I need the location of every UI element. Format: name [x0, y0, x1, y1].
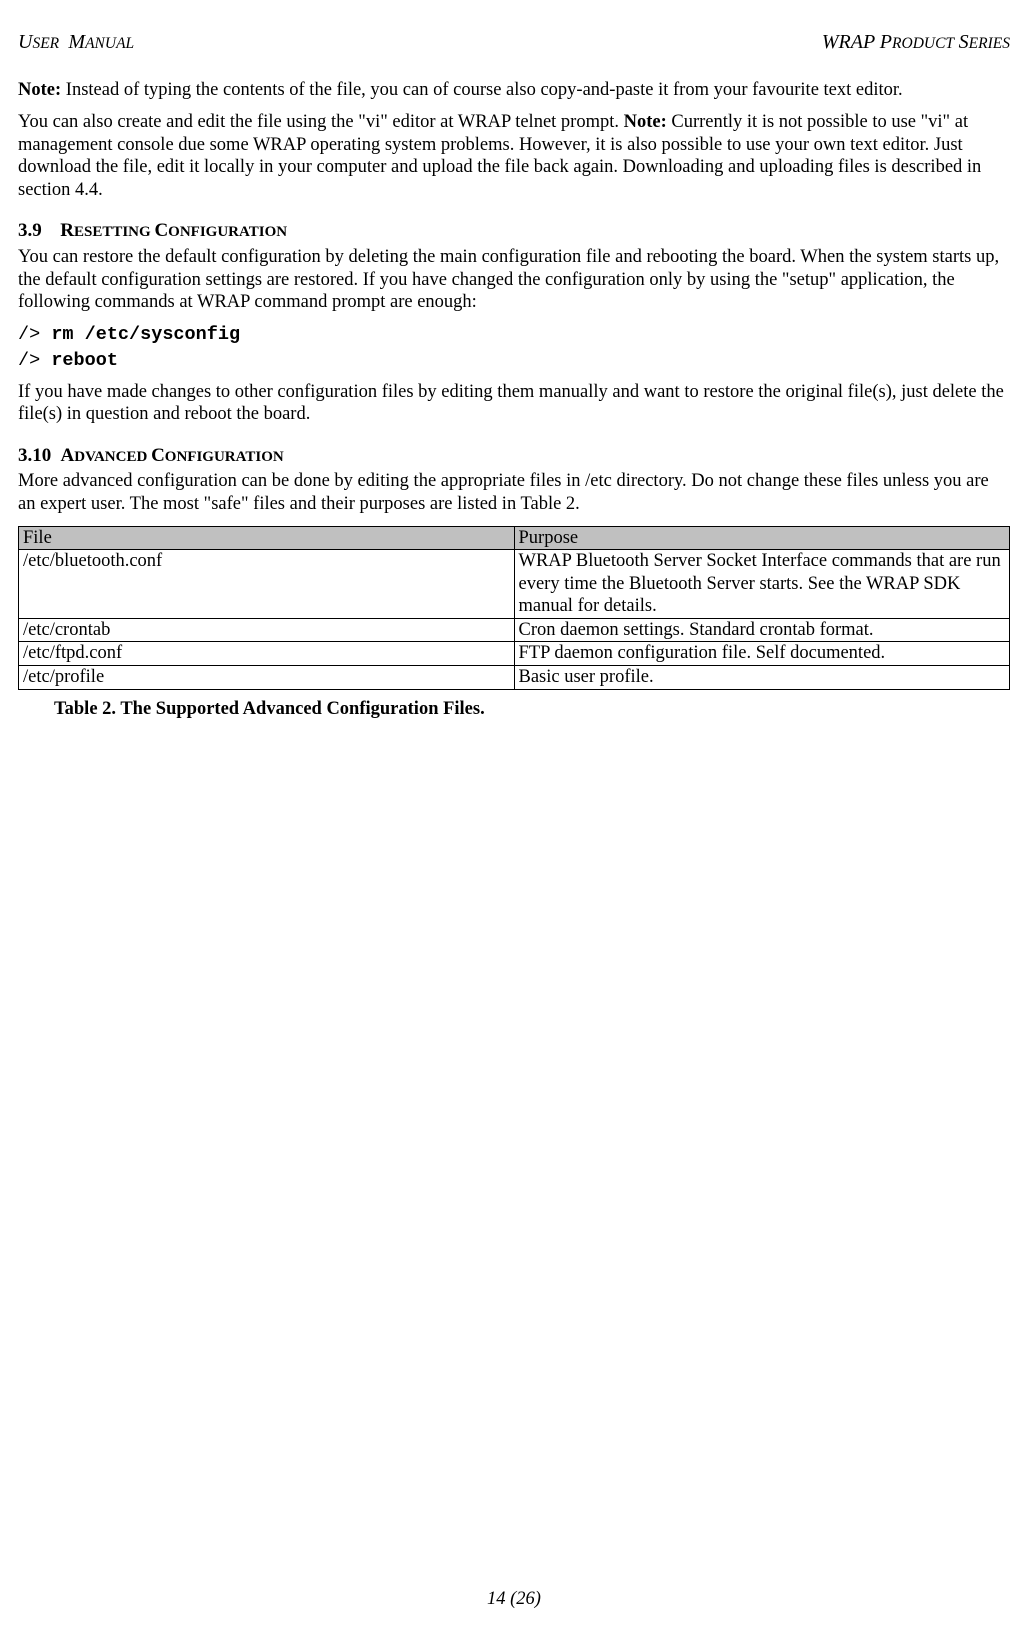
purpose-cell: WRAP Bluetooth Server Socket Interface c…	[514, 550, 1010, 619]
config-files-table: File Purpose /etc/bluetooth.conf WRAP Bl…	[18, 526, 1010, 690]
command-text: rm /etc/sysconfig	[51, 324, 240, 345]
note-text: Instead of typing the contents of the fi…	[61, 80, 903, 100]
table-header-file: File	[19, 526, 515, 550]
table-caption: Table 2. The Supported Advanced Configur…	[54, 698, 1010, 721]
table-header-row: File Purpose	[19, 526, 1010, 550]
advanced-paragraph: More advanced configuration can be done …	[18, 470, 1010, 515]
prompt: />	[18, 324, 51, 345]
page-footer: 14 (26)	[0, 1588, 1028, 1611]
note-paragraph-1: Note: Instead of typing the contents of …	[18, 79, 1010, 102]
purpose-cell: Cron daemon settings. Standard crontab f…	[514, 618, 1010, 642]
prompt: />	[18, 350, 51, 371]
purpose-cell: FTP daemon configuration file. Self docu…	[514, 642, 1010, 666]
section-title: ADVANCED CONFIGURATION	[61, 446, 284, 466]
table-row: /etc/ftpd.conf FTP daemon configuration …	[19, 642, 1010, 666]
purpose-cell: Basic user profile.	[514, 665, 1010, 689]
table-row: /etc/bluetooth.conf WRAP Bluetooth Serve…	[19, 550, 1010, 619]
table-header-purpose: Purpose	[514, 526, 1010, 550]
section-number: 3.10	[18, 445, 51, 466]
header-left: USER MANUAL	[18, 30, 134, 55]
file-cell: /etc/ftpd.conf	[19, 642, 515, 666]
file-cell: /etc/crontab	[19, 618, 515, 642]
section-number: 3.9	[18, 220, 42, 241]
vi-editor-paragraph: You can also create and edit the file us…	[18, 111, 1010, 201]
file-cell: /etc/bluetooth.conf	[19, 550, 515, 619]
reset-paragraph: You can restore the default configuratio…	[18, 246, 1010, 314]
command-line-2: /> reboot	[18, 350, 1010, 373]
body-text: You can also create and edit the file us…	[18, 112, 624, 132]
header-right: WRAP PRODUCT SERIES	[822, 30, 1010, 55]
table-row: /etc/profile Basic user profile.	[19, 665, 1010, 689]
section-title: RESETTING CONFIGURATION	[60, 221, 287, 241]
note-label: Note:	[624, 112, 667, 132]
section-3-10-heading: 3.10 ADVANCED CONFIGURATION	[18, 444, 1010, 468]
note-label: Note:	[18, 80, 61, 100]
reset-paragraph-2: If you have made changes to other config…	[18, 381, 1010, 426]
page-header: USER MANUAL WRAP PRODUCT SERIES	[18, 30, 1010, 55]
command-text: reboot	[51, 350, 118, 371]
file-cell: /etc/profile	[19, 665, 515, 689]
section-3-9-heading: 3.9 RESETTING CONFIGURATION	[18, 219, 1010, 243]
table-row: /etc/crontab Cron daemon settings. Stand…	[19, 618, 1010, 642]
command-line-1: /> rm /etc/sysconfig	[18, 324, 1010, 347]
